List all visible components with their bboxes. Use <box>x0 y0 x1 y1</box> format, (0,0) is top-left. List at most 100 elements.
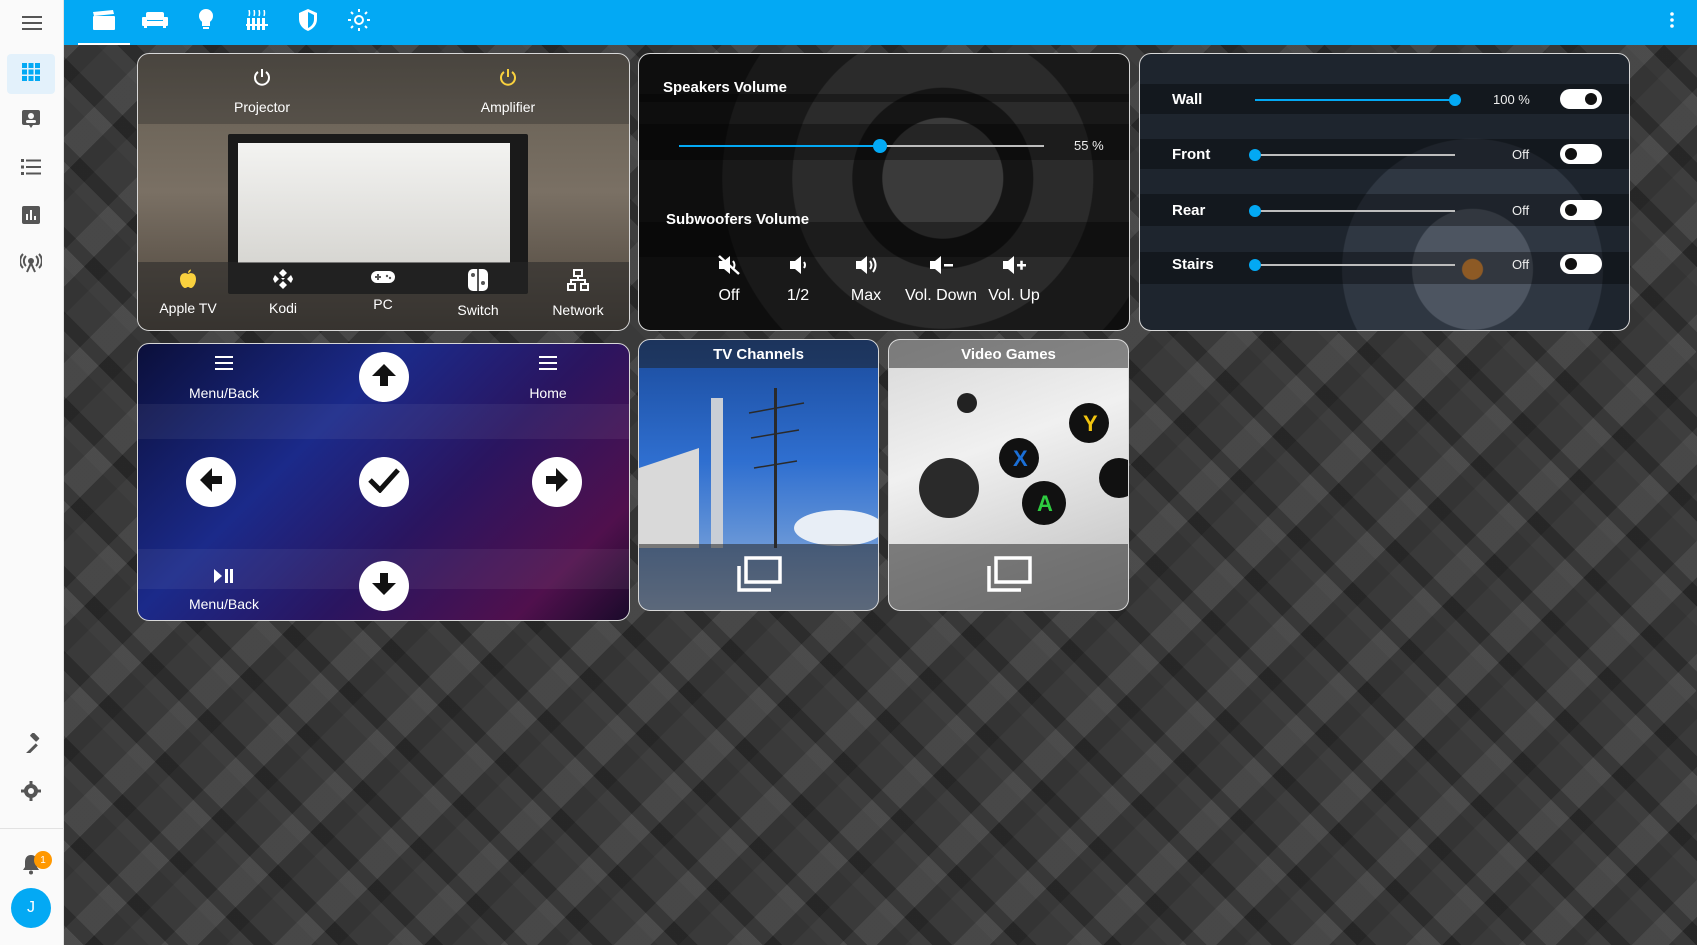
tab-home-cinema[interactable] <box>78 0 130 45</box>
home-button[interactable]: Home <box>488 356 608 401</box>
check-icon <box>368 467 400 498</box>
source-label: PC <box>373 296 393 312</box>
source-switch-button[interactable]: Switch <box>443 269 513 318</box>
source-label: Apple TV <box>159 300 217 316</box>
sofa-icon <box>142 12 168 33</box>
subwoofer-button-label: 1/2 <box>786 287 810 304</box>
video-games-tile[interactable]: X Y A Video Games <box>888 339 1129 611</box>
toggle-thumb <box>1565 258 1577 270</box>
menu-back-button[interactable]: Menu/Back <box>164 356 284 401</box>
projector-button[interactable]: Projector <box>212 68 312 115</box>
source-kodi-button[interactable]: Kodi <box>248 269 318 316</box>
movie-icon <box>93 10 115 35</box>
menu-icon <box>539 356 557 375</box>
slider-knob[interactable] <box>1249 259 1261 271</box>
menu-icon[interactable] <box>0 0 64 45</box>
light-name: Stairs <box>1172 256 1214 273</box>
light-brightness-slider[interactable] <box>1249 205 1455 217</box>
open-in-new-window-icon <box>985 555 1033 599</box>
more-options-button[interactable] <box>1657 0 1687 45</box>
light-name: Wall <box>1172 91 1203 108</box>
sidebar-divider <box>0 828 64 829</box>
tab-security[interactable] <box>282 0 334 45</box>
subwoofer-volume-down-button[interactable]: Vol. Down <box>901 254 981 305</box>
arrow-right-icon <box>544 467 570 498</box>
account-box-icon <box>21 109 41 134</box>
tv-channels-title: TV Channels <box>639 340 878 368</box>
light-value: Off <box>1512 147 1530 162</box>
slider-knob[interactable] <box>1249 149 1261 161</box>
tab-weather[interactable] <box>333 0 385 45</box>
svg-text:A: A <box>1037 491 1053 516</box>
sidebar-item-energy[interactable] <box>7 245 55 285</box>
toggle-thumb <box>1565 148 1577 160</box>
home-label: Home <box>529 385 567 401</box>
slider-knob[interactable] <box>1249 205 1261 217</box>
user-avatar[interactable]: J <box>11 888 51 928</box>
speakers-volume-slider[interactable] <box>679 139 1044 153</box>
up-button[interactable] <box>359 352 409 402</box>
sidebar-item-developer-tools[interactable] <box>7 725 55 765</box>
hammer-icon <box>21 731 41 758</box>
kodi-icon <box>273 269 293 294</box>
light-brightness-slider[interactable] <box>1255 94 1461 106</box>
menu-back-label: Menu/Back <box>188 385 260 401</box>
volume-minus-icon <box>928 254 954 281</box>
select-button[interactable] <box>359 457 409 507</box>
subwoofer-half-button[interactable]: 1/2 <box>778 254 818 305</box>
light-toggle[interactable] <box>1560 254 1602 274</box>
sidebar-item-history[interactable] <box>7 197 55 237</box>
subwoofer-button-label: Max <box>850 287 882 304</box>
light-brightness-slider[interactable] <box>1249 259 1455 271</box>
light-toggle[interactable] <box>1560 144 1602 164</box>
light-toggle[interactable] <box>1560 89 1602 109</box>
sidebar-item-logbook[interactable] <box>7 149 55 189</box>
down-button[interactable] <box>359 561 409 611</box>
light-value: Off <box>1512 203 1530 218</box>
light-toggle[interactable] <box>1560 200 1602 220</box>
light-brightness-slider[interactable] <box>1249 149 1455 161</box>
volume-plus-icon <box>1001 254 1027 281</box>
speakers-volume-title: Speakers Volume <box>663 79 787 96</box>
amplifier-label: Amplifier <box>480 99 536 115</box>
slider-knob[interactable] <box>872 139 887 153</box>
subwoofer-button-label: Off <box>718 287 740 304</box>
subwoofer-off-button[interactable]: Off <box>709 254 749 305</box>
source-apple-tv-button[interactable]: Apple TV <box>148 269 228 316</box>
light-value: 100 % <box>1493 92 1530 107</box>
open-in-new-window-icon <box>735 555 783 599</box>
tab-lighting[interactable] <box>180 0 232 45</box>
subwoofers-volume-title: Subwoofers Volume <box>666 211 810 228</box>
network-icon <box>567 269 589 296</box>
play-pause-button[interactable]: Menu/Back <box>164 569 284 612</box>
toggle-thumb <box>1565 204 1577 216</box>
tab-heating[interactable] <box>231 0 283 45</box>
source-label: Kodi <box>268 300 298 316</box>
remote-card: Menu/Back Home Menu/Back <box>137 343 630 621</box>
sidebar-item-settings[interactable] <box>7 773 55 813</box>
sidebar-item-map[interactable] <box>7 101 55 141</box>
tv-channels-tile[interactable]: TV Channels <box>638 339 879 611</box>
left-button[interactable] <box>186 457 236 507</box>
amplifier-button[interactable]: Amplifier <box>458 68 558 115</box>
slider-knob[interactable] <box>1449 94 1461 106</box>
source-network-button[interactable]: Network <box>538 269 618 318</box>
notification-badge: 1 <box>34 851 52 869</box>
power-icon <box>499 68 517 91</box>
subwoofer-max-button[interactable]: Max <box>846 254 886 305</box>
sidebar-item-overview[interactable] <box>7 54 55 94</box>
subwoofer-volume-up-button[interactable]: Vol. Up <box>979 254 1049 305</box>
gear-icon <box>21 780 41 806</box>
right-button[interactable] <box>532 457 582 507</box>
menu-icon <box>215 356 233 375</box>
play-pause-label: Menu/Back <box>188 596 260 612</box>
tab-living-room[interactable] <box>129 0 181 45</box>
nintendo-switch-icon <box>468 269 488 296</box>
source-pc-button[interactable]: PC <box>348 269 418 312</box>
dots-vertical-icon <box>1670 12 1674 33</box>
radio-tower-icon <box>19 252 43 278</box>
subwoofer-button-label: Vol. Up <box>988 287 1040 304</box>
light-value: Off <box>1512 257 1530 272</box>
chart-icon <box>22 205 40 229</box>
radiator-icon <box>246 9 268 35</box>
